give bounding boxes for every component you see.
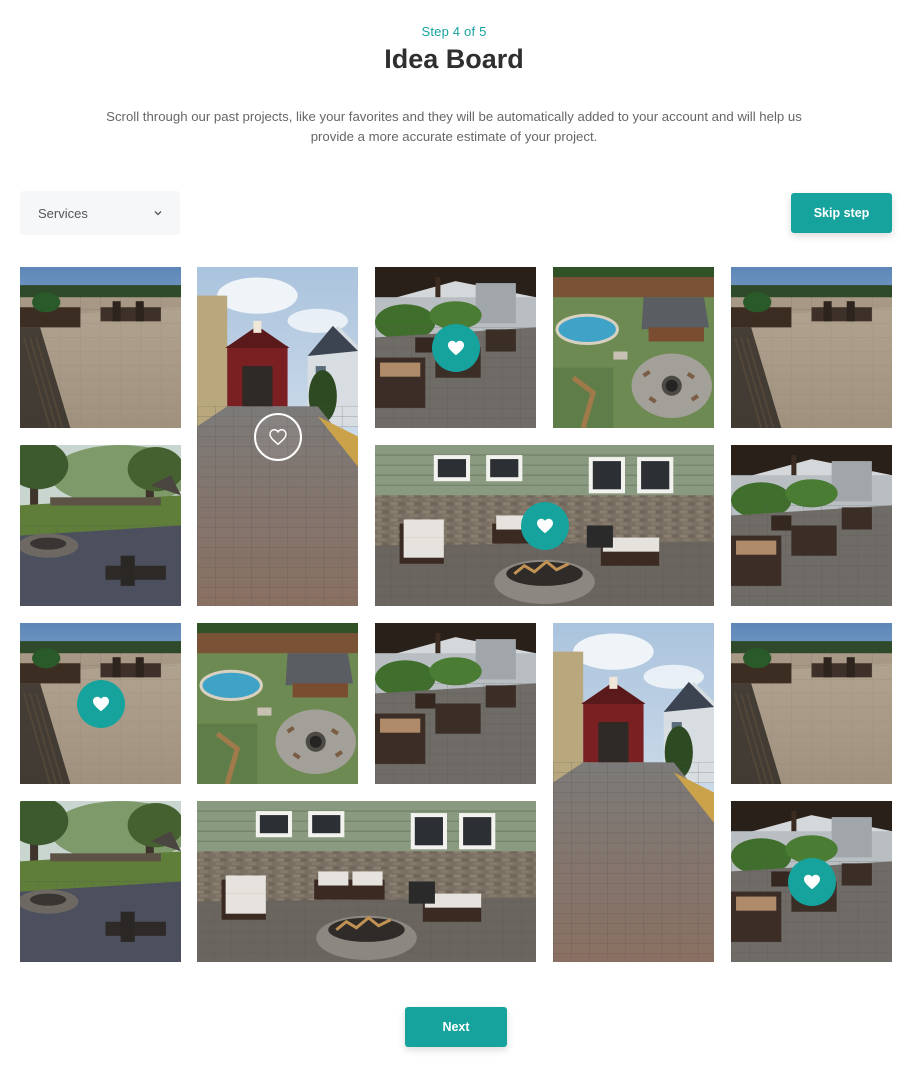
project-photo-image — [553, 267, 714, 428]
liked-heart-button[interactable] — [431, 323, 480, 372]
gallery-photo[interactable] — [197, 801, 536, 962]
gallery-photo[interactable] — [731, 445, 892, 606]
gallery-photo[interactable] — [731, 801, 892, 962]
project-photo-image — [197, 623, 358, 784]
skip-step-button[interactable]: Skip step — [791, 193, 892, 233]
gallery-photo[interactable] — [20, 267, 181, 428]
gallery-photo[interactable] — [197, 623, 358, 784]
page-description: Scroll through our past projects, like y… — [106, 109, 802, 144]
project-photo-image — [197, 801, 536, 962]
gallery-photo[interactable] — [20, 445, 181, 606]
services-dropdown-value: Services — [38, 205, 88, 221]
gallery-photo[interactable] — [197, 267, 358, 606]
heart-icon — [268, 428, 287, 445]
step-indicator: Step 4 of 5 — [421, 24, 487, 39]
project-photo-image — [20, 445, 181, 606]
gallery-photo[interactable] — [731, 623, 892, 784]
gallery-photo[interactable] — [20, 801, 181, 962]
project-photo-image — [731, 623, 892, 784]
project-photo-image — [20, 801, 181, 962]
services-dropdown[interactable]: Services — [20, 191, 180, 235]
chevron-down-icon — [152, 207, 164, 219]
page-title: Idea Board — [384, 44, 524, 74]
heart-icon — [536, 518, 553, 533]
liked-heart-button[interactable] — [787, 857, 836, 906]
next-button[interactable]: Next — [405, 1007, 507, 1047]
like-heart-button[interactable] — [253, 412, 302, 461]
liked-heart-button[interactable] — [76, 679, 125, 728]
gallery-photo[interactable] — [553, 267, 714, 428]
gallery-photo[interactable] — [375, 623, 536, 784]
heart-icon — [803, 874, 820, 889]
project-photo-image — [731, 445, 892, 606]
project-photo-image — [20, 267, 181, 428]
gallery-photo[interactable] — [731, 267, 892, 428]
project-photo-image — [731, 267, 892, 428]
gallery-photo[interactable] — [375, 267, 536, 428]
gallery-photo[interactable] — [553, 623, 714, 962]
heart-icon — [447, 340, 464, 355]
liked-heart-button[interactable] — [520, 501, 569, 550]
heart-icon — [92, 696, 109, 711]
gallery-photo[interactable] — [375, 445, 714, 606]
project-photo-image — [375, 623, 536, 784]
gallery-photo[interactable] — [20, 623, 181, 784]
project-photo-image — [553, 623, 714, 962]
